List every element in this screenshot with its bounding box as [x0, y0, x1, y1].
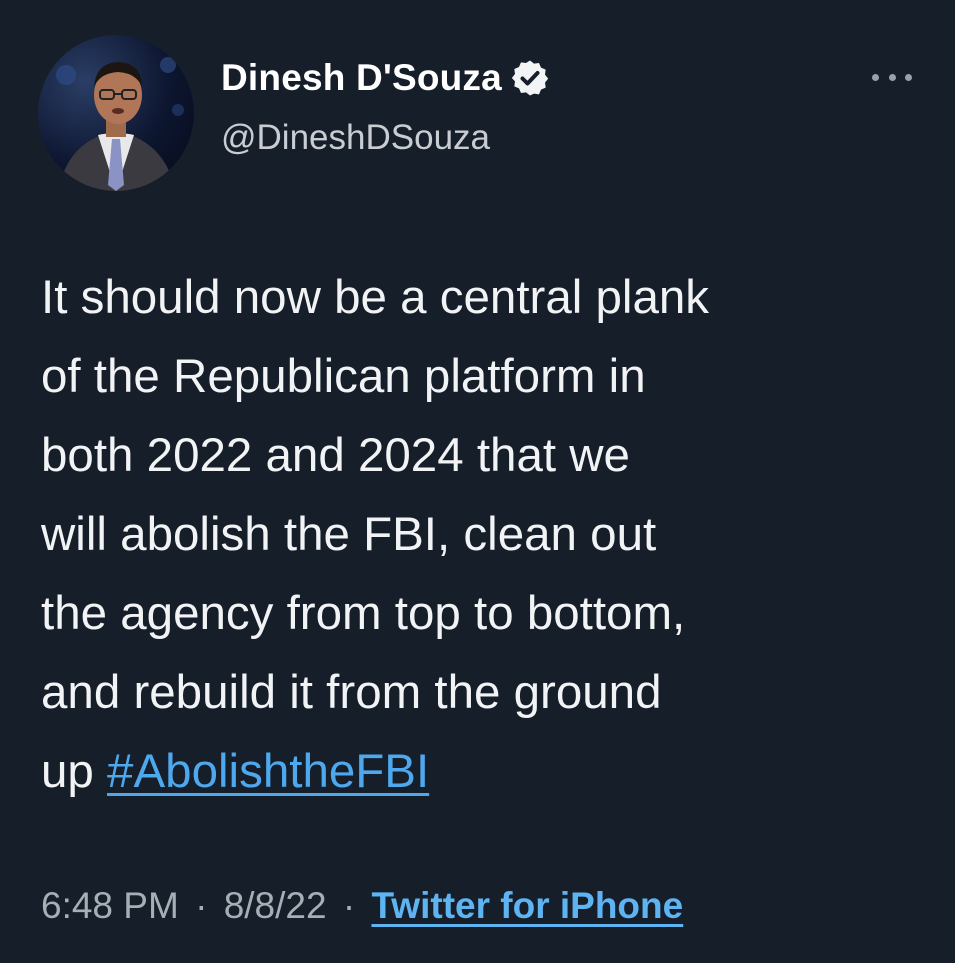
profile-photo-icon — [56, 57, 184, 191]
more-dot — [905, 73, 912, 81]
more-dot — [872, 73, 879, 81]
meta-separator: · — [195, 885, 208, 926]
verified-badge-icon — [511, 60, 549, 96]
avatar[interactable] — [38, 35, 194, 191]
author-handle[interactable]: @DineshDSouza — [221, 118, 490, 158]
more-dot — [888, 73, 896, 81]
tweet-text: It should now be a central plank of the … — [41, 258, 931, 811]
hashtag-link[interactable]: #AbolishtheFBI — [107, 745, 429, 798]
author-name-row[interactable]: Dinesh D'Souza — [221, 57, 550, 99]
tweet-date[interactable]: 8/8/22 — [224, 885, 327, 926]
author-display-name[interactable]: Dinesh D'Souza — [221, 57, 502, 99]
tweet-card: Dinesh D'Souza @DineshDSouza It should n… — [0, 0, 955, 963]
tweet-time[interactable]: 6:48 PM — [41, 885, 179, 926]
tweet-meta: 6:48 PM · 8/8/22 · Twitter for iPhone — [41, 885, 683, 927]
more-options-icon[interactable] — [872, 67, 912, 87]
meta-separator: · — [342, 885, 356, 926]
tweet-source-link[interactable]: Twitter for iPhone — [371, 885, 683, 926]
tweet-body-text: It should now be a central plank of the … — [41, 271, 710, 798]
